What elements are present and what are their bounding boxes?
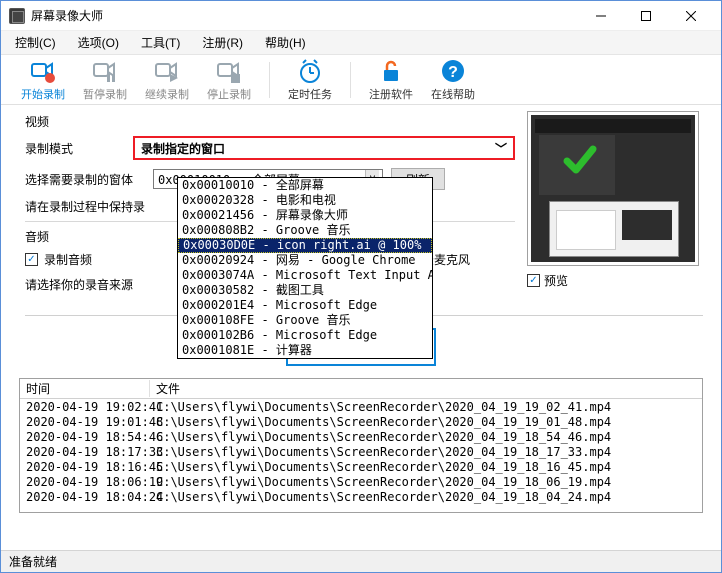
schedule-button[interactable]: 定时任务	[288, 58, 332, 102]
unlock-icon	[378, 58, 404, 84]
chevron-down-icon: ﹀	[495, 140, 507, 157]
window-list-dropdown[interactable]: 0x00010010 - 全部屏幕0x00020328 - 电影和电视0x000…	[177, 177, 433, 359]
preview-checkbox[interactable]: ✓ 预览	[527, 272, 703, 289]
table-row[interactable]: 2020-04-19 18:54:46C:\Users\flywi\Docume…	[20, 429, 702, 444]
column-time[interactable]: 时间	[20, 380, 150, 397]
dropdown-item[interactable]: 0x00021456 - 屏幕录像大师	[178, 208, 432, 223]
separator	[269, 62, 270, 98]
help-icon: ?	[440, 58, 466, 84]
dropdown-item[interactable]: 0x000108FE - Groove 音乐	[178, 313, 432, 328]
stop-record-button[interactable]: 停止录制	[207, 58, 251, 102]
minimize-button[interactable]	[578, 2, 623, 30]
audio-source-label: 请选择你的录音来源	[25, 276, 145, 293]
menubar: 控制(C) 选项(O) 工具(T) 注册(R) 帮助(H)	[1, 31, 721, 55]
camera-stop-icon	[216, 58, 242, 84]
dropdown-item[interactable]: 0x000102B6 - Microsoft Edge	[178, 328, 432, 343]
dropdown-item[interactable]: 0x000201E4 - Microsoft Edge	[178, 298, 432, 313]
maximize-button[interactable]	[623, 2, 668, 30]
menu-register[interactable]: 注册(R)	[198, 32, 247, 53]
titlebar: 屏幕录像大师	[1, 1, 721, 31]
dropdown-item[interactable]: 0x00030582 - 截图工具	[178, 283, 432, 298]
check-icon: ✓	[25, 253, 38, 266]
window-title: 屏幕录像大师	[31, 7, 578, 24]
app-icon	[9, 8, 25, 24]
dropdown-item[interactable]: 0x00010010 - 全部屏幕	[178, 178, 432, 193]
menu-tools[interactable]: 工具(T)	[137, 32, 184, 53]
status-bar: 准备就绪	[1, 550, 721, 572]
record-mode-select[interactable]: 录制指定的窗口 ﹀	[133, 136, 515, 160]
dropdown-item[interactable]: 0x00020328 - 电影和电视	[178, 193, 432, 208]
recording-list[interactable]: 时间 文件 2020-04-19 19:02:41C:\Users\flywi\…	[19, 378, 703, 513]
table-row[interactable]: 2020-04-19 19:01:48C:\Users\flywi\Docume…	[20, 414, 702, 429]
camera-play-icon	[154, 58, 180, 84]
record-mode-label: 录制模式	[25, 140, 125, 157]
preview-image	[531, 115, 695, 262]
dropdown-item[interactable]: 0x00020924 - 网易 - Google Chrome	[178, 253, 432, 268]
table-row[interactable]: 2020-04-19 18:06:19C:\Users\flywi\Docume…	[20, 474, 702, 489]
svg-text:?: ?	[448, 64, 458, 81]
select-window-label: 选择需要录制的窗体	[25, 171, 145, 188]
table-row[interactable]: 2020-04-19 18:16:45C:\Users\flywi\Docume…	[20, 459, 702, 474]
online-help-button[interactable]: ? 在线帮助	[431, 58, 475, 102]
register-software-button[interactable]: 注册软件	[369, 58, 413, 102]
check-ok-icon	[563, 143, 597, 177]
dropdown-item[interactable]: 0x000808B2 - Groove 音乐	[178, 223, 432, 238]
table-row[interactable]: 2020-04-19 19:02:41C:\Users\flywi\Docume…	[20, 399, 702, 414]
menu-help[interactable]: 帮助(H)	[261, 32, 310, 53]
menu-control[interactable]: 控制(C)	[11, 32, 60, 53]
check-icon: ✓	[527, 274, 540, 287]
camera-record-icon	[30, 58, 56, 84]
table-row[interactable]: 2020-04-19 18:17:33C:\Users\flywi\Docume…	[20, 444, 702, 459]
camera-pause-icon	[92, 58, 118, 84]
start-record-button[interactable]: 开始录制	[21, 58, 65, 102]
resume-record-button[interactable]: 继续录制	[145, 58, 189, 102]
video-group-label: 视频	[25, 113, 515, 130]
column-file[interactable]: 文件	[150, 380, 702, 397]
pause-record-button[interactable]: 暂停录制	[83, 58, 127, 102]
dropdown-item[interactable]: 0x0001081E - 计算器	[178, 343, 432, 358]
separator	[350, 62, 351, 98]
table-row[interactable]: 2020-04-19 18:04:24C:\Users\flywi\Docume…	[20, 489, 702, 504]
preview-panel	[527, 111, 699, 266]
status-text: 准备就绪	[9, 553, 57, 570]
dropdown-item[interactable]: 0x0003074A - Microsoft Text Input App	[178, 268, 432, 283]
menu-options[interactable]: 选项(O)	[74, 32, 123, 53]
dropdown-item[interactable]: 0x00030D0E - icon right.ai @ 100% (RG	[178, 238, 432, 253]
keep-note-left: 请在录制过程中保持录	[25, 198, 145, 215]
close-button[interactable]	[668, 2, 713, 30]
toolbar: 开始录制 暂停录制 继续录制 停止录制 定时任务 注册软件 ? 在线帮助	[1, 55, 721, 105]
clock-icon	[297, 58, 323, 84]
